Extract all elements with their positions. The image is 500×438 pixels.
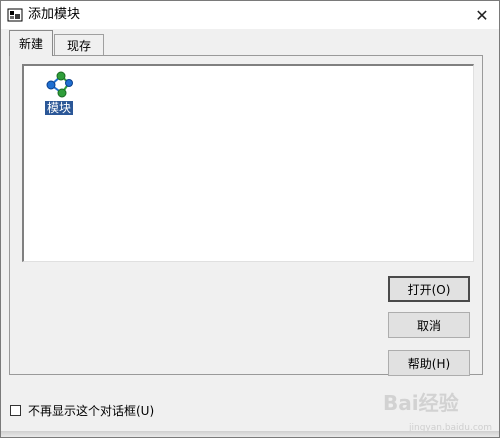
list-item-module[interactable]: 模块 — [40, 70, 78, 115]
open-button-label: 打开(O) — [407, 282, 451, 297]
tab-existing-label: 现存 — [66, 39, 91, 53]
app-icon — [7, 8, 23, 22]
watermark-text: Bai经验 — [383, 391, 459, 415]
open-button[interactable]: 打开(O) — [388, 276, 470, 302]
background-window-strip — [1, 431, 499, 437]
add-module-dialog: 添加模块 ✕ 新建 现存 模块 打开(O) 取消 帮助(H) 不再显示这个对话框… — [0, 0, 500, 438]
close-icon: ✕ — [475, 5, 489, 25]
dont-show-again-label: 不再显示这个对话框(U) — [28, 404, 155, 418]
cancel-button[interactable]: 取消 — [388, 312, 470, 338]
tab-panel-new: 模块 打开(O) 取消 帮助(H) — [9, 55, 483, 376]
module-icon — [46, 71, 73, 98]
title-bar[interactable]: 添加模块 ✕ — [1, 1, 499, 29]
module-list[interactable]: 模块 — [22, 64, 474, 262]
dont-show-again-checkbox[interactable] — [10, 405, 21, 416]
help-button[interactable]: 帮助(H) — [388, 350, 470, 376]
tab-existing[interactable]: 现存 — [54, 34, 104, 56]
watermark-logo: Bai经验 jingyan.baidu.com — [383, 387, 493, 433]
dont-show-again-row[interactable]: 不再显示这个对话框(U) — [10, 402, 154, 419]
help-button-label: 帮助(H) — [407, 356, 451, 371]
list-item-label: 模块 — [44, 101, 73, 115]
cancel-button-label: 取消 — [416, 318, 441, 333]
tab-new[interactable]: 新建 — [9, 30, 53, 56]
tab-new-label: 新建 — [18, 37, 43, 51]
window-title: 添加模块 — [28, 7, 81, 22]
close-button[interactable]: ✕ — [471, 5, 493, 25]
